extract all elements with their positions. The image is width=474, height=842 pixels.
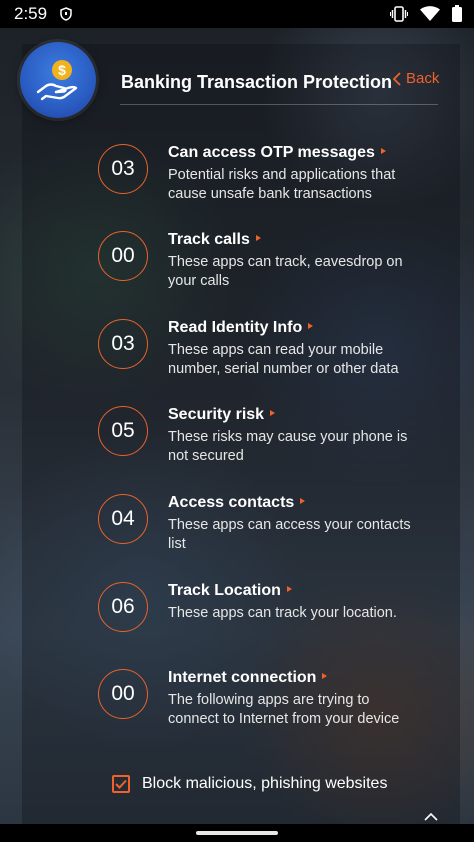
- item-title: Track Location: [168, 582, 292, 600]
- item-description: These apps can access your contacts list: [168, 517, 411, 552]
- arrow-right-icon: [380, 147, 386, 154]
- svg-text:$: $: [58, 62, 66, 78]
- arrow-right-icon: [255, 234, 261, 241]
- item-title: Track calls: [168, 231, 261, 249]
- item-description: These risks may cause your phone is not …: [168, 429, 408, 464]
- item-description: These apps can track, eavesdrop on your …: [168, 254, 403, 289]
- item-track-calls[interactable]: 00 Track calls These apps can track, eav…: [98, 231, 438, 311]
- page-title: Banking Transaction Protection: [121, 72, 393, 92]
- item-title: Can access OTP messages: [168, 144, 386, 162]
- vibrate-icon: [390, 5, 408, 22]
- battery-icon: [452, 5, 462, 22]
- item-description: Potential risks and applications that ca…: [168, 167, 396, 202]
- item-title: Read Identity Info: [168, 319, 314, 337]
- arrow-right-icon: [300, 497, 306, 504]
- item-title: Security risk: [168, 406, 276, 424]
- wifi-icon: [420, 5, 440, 21]
- item-read-identity[interactable]: 03 Read Identity Info These apps can rea…: [98, 319, 438, 399]
- item-count: 00: [98, 669, 148, 719]
- item-count: 06: [98, 582, 148, 632]
- item-access-contacts[interactable]: 04 Access contacts These apps can access…: [98, 494, 438, 574]
- item-internet-connection[interactable]: 00 Internet connection The following app…: [98, 669, 438, 749]
- item-count: 05: [98, 406, 148, 456]
- block-phishing-label: Block malicious, phishing websites: [142, 775, 388, 792]
- status-bar: 2:59: [0, 0, 474, 28]
- arrow-right-icon: [270, 409, 276, 416]
- item-title: Internet connection: [168, 669, 328, 687]
- item-count: 04: [98, 494, 148, 544]
- block-phishing-option[interactable]: Block malicious, phishing websites: [112, 775, 387, 793]
- back-label: Back: [406, 70, 440, 87]
- header-divider: [120, 104, 438, 105]
- item-otp-messages[interactable]: 03 Can access OTP messages Potential ris…: [98, 144, 438, 224]
- back-button[interactable]: Back: [392, 70, 439, 87]
- block-phishing-checkbox[interactable]: [112, 775, 130, 793]
- item-count: 03: [98, 144, 148, 194]
- checkmark-icon: [115, 779, 127, 789]
- item-description: The following apps are trying to connect…: [168, 692, 400, 727]
- item-track-location[interactable]: 06 Track Location These apps can track y…: [98, 582, 438, 662]
- banking-logo: $: [20, 42, 96, 118]
- arrow-right-icon: [322, 672, 328, 679]
- chevron-up-icon[interactable]: [423, 812, 439, 822]
- hand-holding-coin-icon: $: [36, 60, 78, 101]
- shield-icon: [60, 7, 72, 21]
- arrow-right-icon: [308, 322, 314, 329]
- status-time: 2:59: [14, 4, 48, 23]
- item-security-risk[interactable]: 05 Security risk These risks may cause y…: [98, 406, 438, 486]
- item-description: These apps can read your mobile number, …: [168, 342, 399, 377]
- arrow-right-icon: [286, 585, 292, 592]
- item-description: These apps can track your location.: [168, 605, 397, 621]
- item-title: Access contacts: [168, 494, 306, 512]
- item-count: 00: [98, 231, 148, 281]
- home-gesture-handle[interactable]: [196, 831, 278, 835]
- chevron-left-icon: [392, 71, 401, 86]
- item-count: 03: [98, 319, 148, 369]
